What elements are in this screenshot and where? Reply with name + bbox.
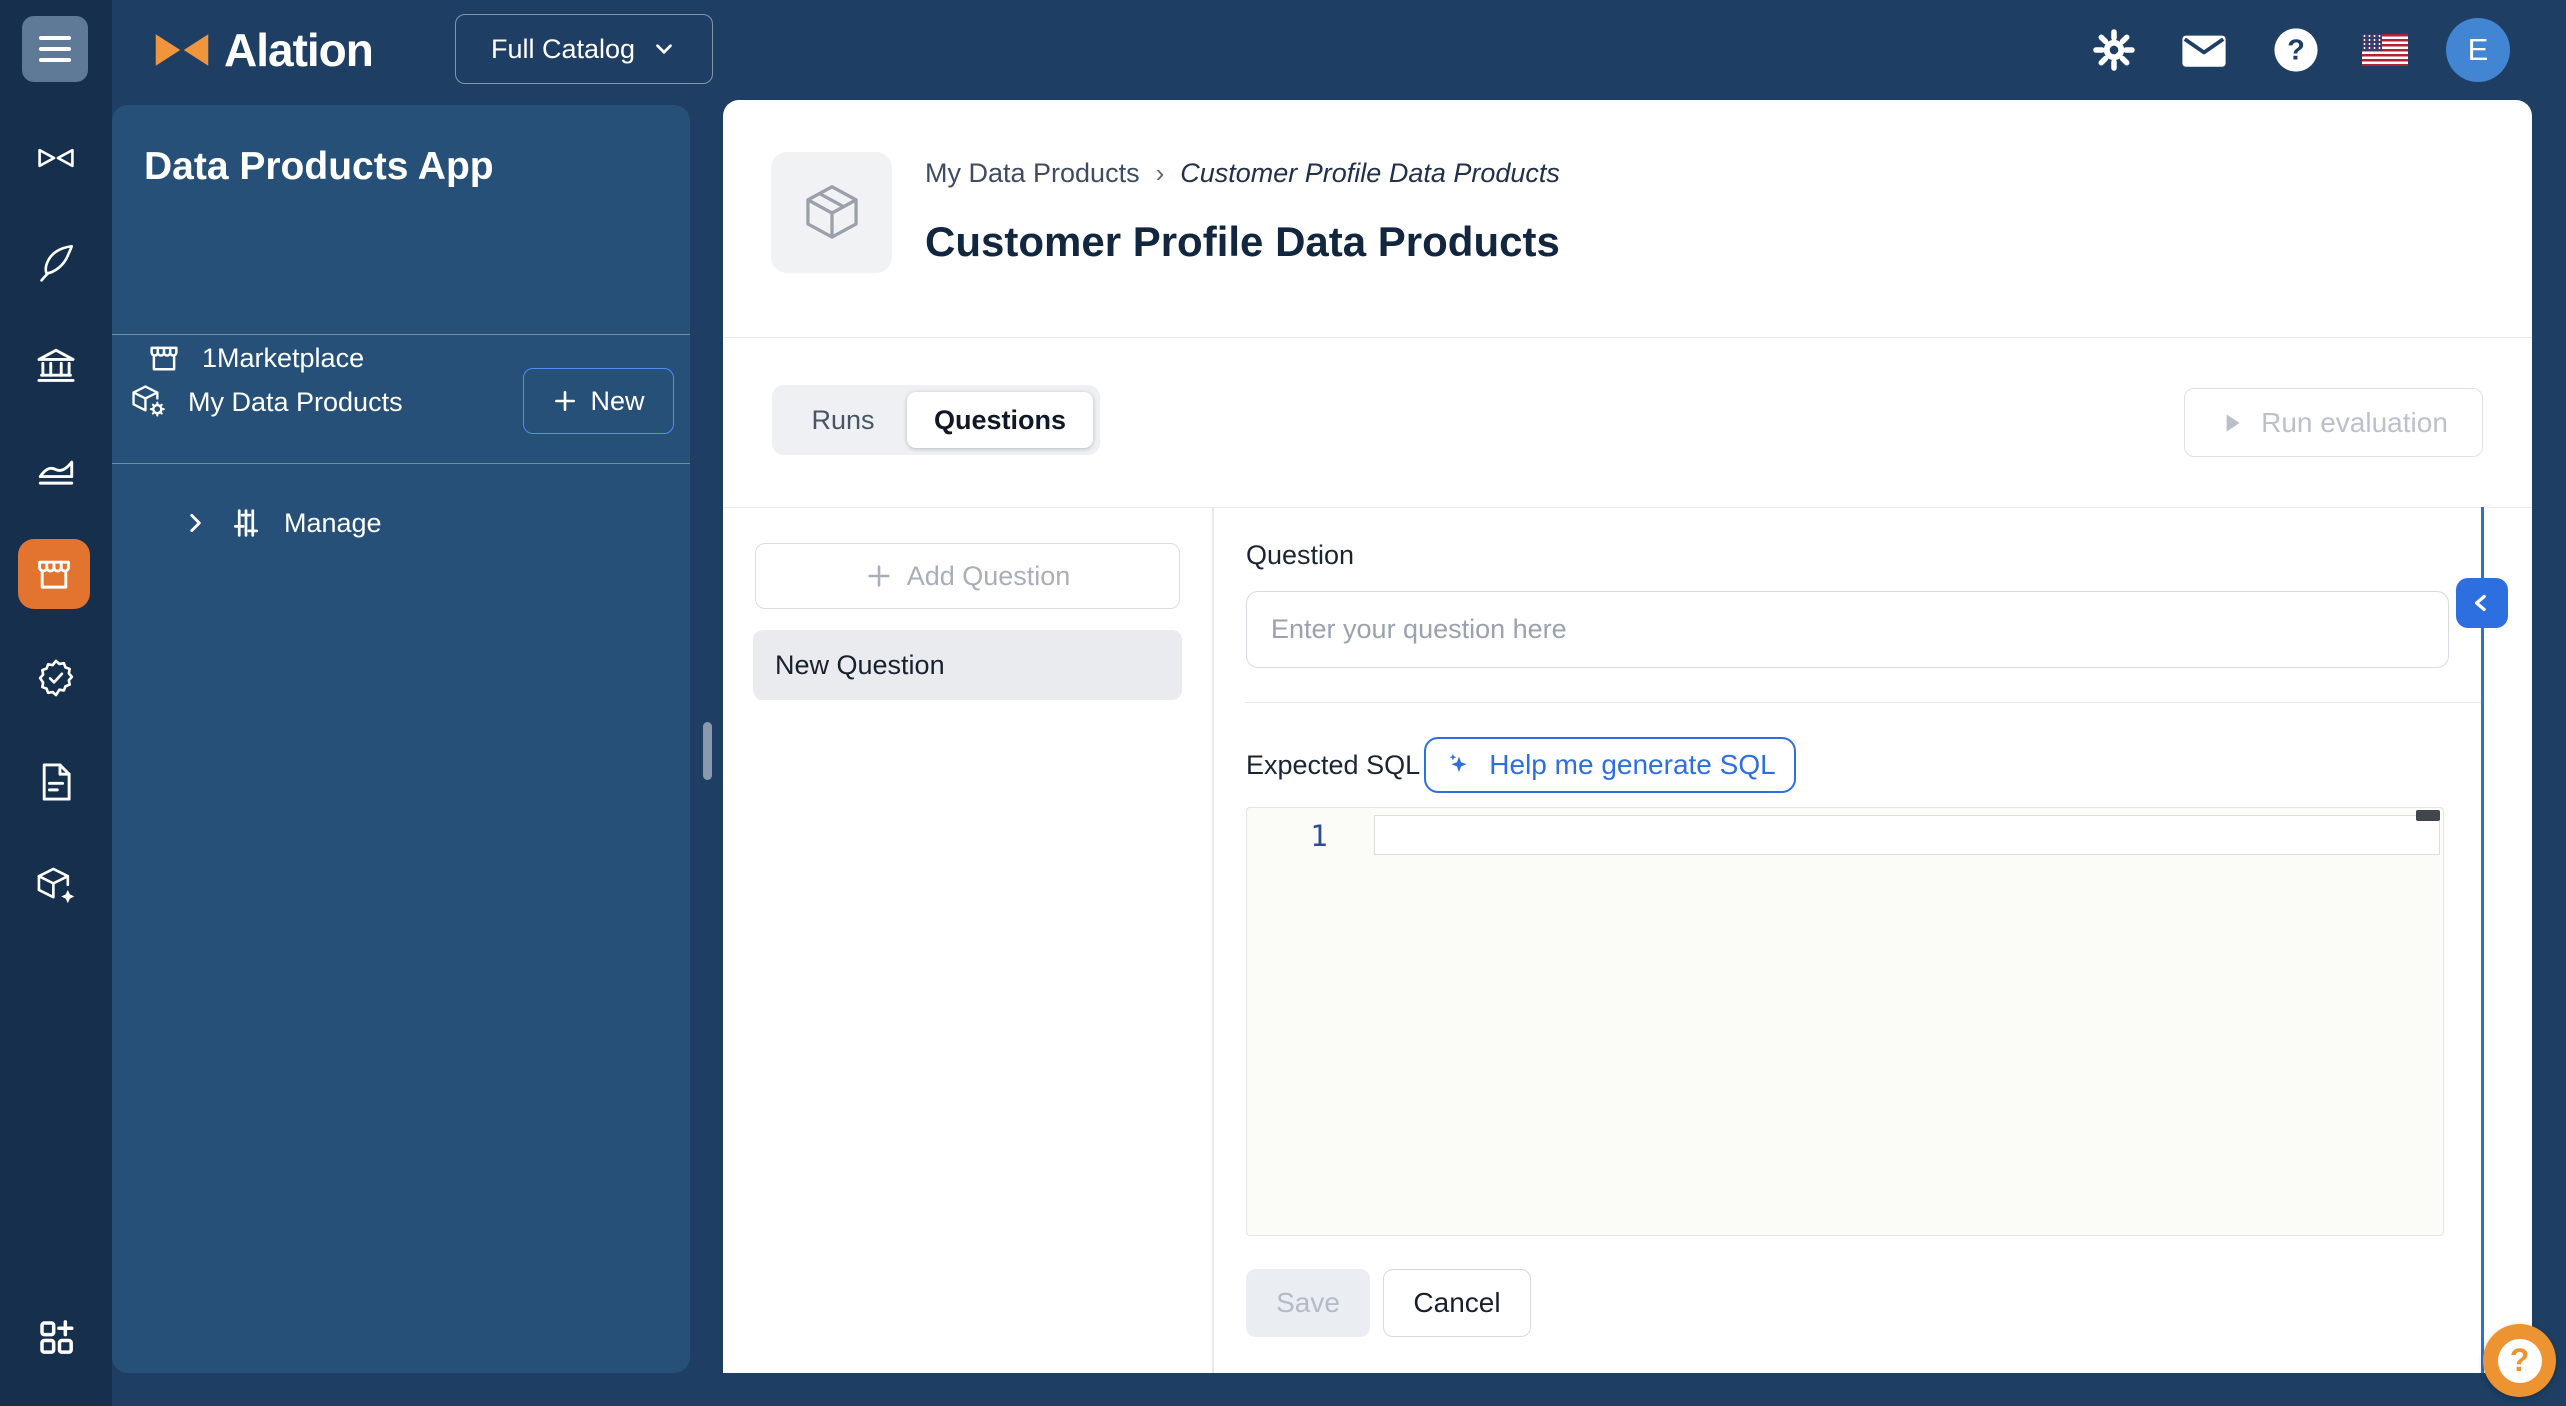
collapse-panel-button[interactable] [2456, 578, 2508, 628]
sidebar-my-data-products-label: My Data Products [188, 387, 403, 418]
expected-sql-label: Expected SQL [1246, 750, 1420, 781]
editor-scrollbar-corner [2416, 810, 2440, 821]
tab-questions[interactable]: Questions [907, 392, 1093, 448]
add-question-label: Add Question [907, 561, 1071, 592]
tab-runs[interactable]: Runs [779, 392, 907, 448]
chevron-right-icon [182, 510, 208, 536]
plus-icon [552, 388, 578, 414]
question-list-divider [1212, 507, 1214, 1373]
svg-text:?: ? [2287, 35, 2305, 67]
sidebar-item-manage[interactable]: Manage [182, 505, 382, 541]
quill-icon[interactable] [0, 226, 112, 298]
sparkle-icon [1444, 750, 1474, 780]
area-chart-icon[interactable] [0, 434, 112, 506]
new-button-label: New [590, 386, 644, 417]
add-question-button[interactable]: Add Question [755, 543, 1180, 609]
breadcrumb-separator-icon: › [1156, 158, 1165, 189]
breadcrumb-parent[interactable]: My Data Products [925, 158, 1140, 189]
form-divider [1245, 702, 2481, 703]
sidebar-divider [112, 463, 690, 464]
badge-check-icon[interactable] [0, 642, 112, 714]
package-sparkle-icon[interactable] [0, 850, 112, 922]
alation-logo-mark-icon [150, 22, 214, 78]
hamburger-menu-icon[interactable] [22, 16, 88, 82]
sidebar-app-title: Data Products App [144, 145, 494, 189]
save-button[interactable]: Save [1246, 1269, 1370, 1337]
sidebar-manage-label: Manage [284, 508, 382, 539]
data-products-sidebar: Data Products App 1Marketplace My Data P… [112, 105, 690, 1373]
open-box-icon [797, 178, 867, 248]
question-item-label: New Question [775, 650, 945, 681]
settings-gear-icon[interactable] [2090, 26, 2138, 74]
mail-icon[interactable] [2180, 26, 2228, 74]
user-avatar[interactable]: E [2446, 18, 2510, 82]
question-field-label: Question [1246, 540, 1354, 571]
header-divider [723, 337, 2532, 338]
new-data-product-button[interactable]: New [523, 368, 674, 434]
help-fab-question-mark: ? [2498, 1339, 2542, 1383]
chevron-left-icon [2469, 590, 2495, 616]
question-list-item[interactable]: New Question [753, 630, 1182, 700]
main-content-card: My Data Products › Customer Profile Data… [723, 100, 2532, 1373]
us-flag-icon[interactable] [2362, 34, 2408, 66]
logo-text: Alation [224, 23, 373, 77]
sliders-icon [228, 505, 264, 541]
plus-icon [865, 562, 893, 590]
catalog-selector-label: Full Catalog [491, 34, 635, 65]
breadcrumb-current: Customer Profile Data Products [1180, 158, 1560, 189]
content-scrollbar-thumb[interactable] [703, 722, 712, 780]
play-icon [2219, 410, 2245, 436]
help-fab[interactable]: ? [2483, 1324, 2556, 1397]
panel-resize-divider[interactable] [2481, 507, 2484, 1373]
data-product-box-gear-icon [130, 383, 168, 421]
alation-logo[interactable]: Alation [150, 22, 373, 78]
question-input[interactable] [1246, 591, 2449, 668]
breadcrumb: My Data Products › Customer Profile Data… [925, 158, 1560, 189]
sql-code-editor[interactable]: 1 [1246, 807, 2444, 1236]
cancel-button[interactable]: Cancel [1383, 1269, 1531, 1337]
document-icon[interactable] [0, 746, 112, 818]
store-icon [146, 340, 182, 376]
help-generate-sql-label: Help me generate SQL [1489, 749, 1775, 781]
editor-line-number: 1 [1299, 819, 1339, 853]
tab-bar: Runs Questions [772, 385, 1100, 455]
sidebar-marketplace-label: 1Marketplace [202, 343, 364, 374]
alation-mark-icon[interactable] [0, 122, 112, 194]
help-icon[interactable]: ? [2272, 26, 2320, 74]
left-icon-rail [0, 0, 112, 1406]
tabs-divider [723, 507, 2532, 508]
sidebar-item-my-data-products[interactable]: My Data Products [130, 383, 403, 421]
bank-icon[interactable] [0, 330, 112, 402]
catalog-selector[interactable]: Full Catalog [455, 14, 713, 84]
page-title: Customer Profile Data Products [925, 218, 1560, 266]
run-evaluation-button[interactable]: Run evaluation [2184, 388, 2483, 457]
help-generate-sql-button[interactable]: Help me generate SQL [1424, 737, 1796, 793]
run-evaluation-label: Run evaluation [2261, 407, 2448, 439]
data-product-icon-tile [771, 152, 892, 273]
editor-active-line[interactable] [1374, 815, 2440, 855]
sidebar-item-marketplace[interactable]: 1Marketplace [146, 340, 364, 376]
apps-grid-plus-icon[interactable] [0, 1301, 112, 1373]
avatar-initial: E [2468, 32, 2489, 68]
marketplace-store-icon[interactable] [18, 539, 90, 609]
chevron-down-icon [651, 36, 677, 62]
sidebar-divider [112, 334, 690, 335]
